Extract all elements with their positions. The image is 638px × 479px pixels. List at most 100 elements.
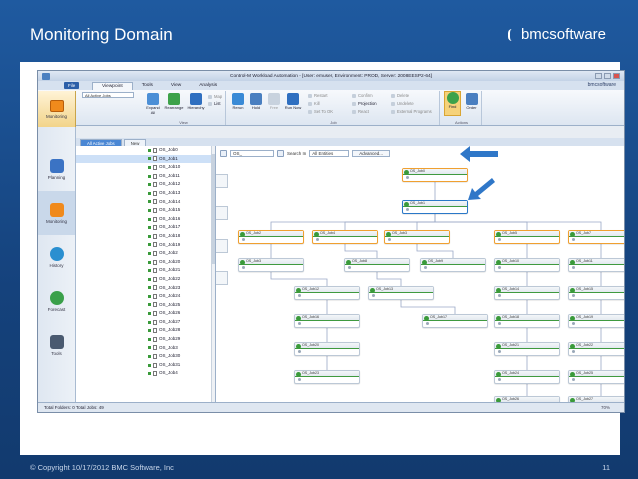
job-node[interactable]: OS_Job3 <box>238 258 304 272</box>
tree-item[interactable]: OS_Job24 <box>76 292 215 301</box>
job-node[interactable]: OS_Job7 <box>568 230 624 244</box>
tree-item[interactable]: OS_Job26 <box>76 309 215 318</box>
tree-item[interactable]: OS_Job4 <box>76 369 215 378</box>
tree-item[interactable]: OS_Job19 <box>76 241 215 250</box>
job-node[interactable]: OS_Job18 <box>494 314 560 328</box>
tree-item[interactable]: OS_Job15 <box>76 206 215 215</box>
react-button[interactable]: React <box>352 109 369 114</box>
tree-item[interactable]: OS_Job2 <box>76 249 215 258</box>
free-button[interactable]: Free <box>266 93 282 111</box>
job-node[interactable]: OS_Job17 <box>422 314 488 328</box>
tree-item[interactable]: OS_Job0 <box>76 146 215 155</box>
job-node-body <box>369 293 433 299</box>
tab-viewpoint[interactable]: Viewpoint <box>92 82 133 90</box>
external-programs-button[interactable]: External Programs <box>391 109 432 114</box>
tree-item[interactable]: OS_Job29 <box>76 335 215 344</box>
hold-button[interactable]: Hold <box>248 93 264 111</box>
zoom-level[interactable]: 70% <box>601 403 610 412</box>
tab-all-active-jobs[interactable]: All Active Jobs <box>80 139 122 146</box>
tree-item[interactable]: OS_Job28 <box>76 326 215 335</box>
status-check-icon <box>148 148 151 152</box>
tab-analysis[interactable]: Analysis <box>190 82 226 90</box>
tree-item[interactable]: OS_Job22 <box>76 275 215 284</box>
kill-button[interactable]: Kill <box>308 101 320 106</box>
delete-button[interactable]: Delete <box>391 93 409 98</box>
rearrange-button[interactable]: Rearrange <box>164 93 184 111</box>
map-button[interactable]: Map <box>208 94 222 99</box>
tree-scrollbar[interactable] <box>211 146 215 402</box>
job-node[interactable]: OS_Job19 <box>568 314 624 328</box>
undelete-button[interactable]: Undelete <box>391 101 414 106</box>
job-node[interactable]: OS_Job2 <box>238 230 304 244</box>
job-icon <box>153 190 157 196</box>
hierarchy-button[interactable]: Hierarchy <box>186 93 206 111</box>
job-node[interactable]: OS_Job15 <box>568 286 624 300</box>
sidenav-item-tools[interactable]: Tools <box>38 323 75 367</box>
tree-item[interactable]: OS_Job30 <box>76 352 215 361</box>
tree-item[interactable]: OS_Job16 <box>76 215 215 224</box>
list-button[interactable]: List <box>208 101 221 106</box>
tree-item-label: OS_Job13 <box>159 189 181 195</box>
job-node[interactable]: OS_Job10 <box>494 258 560 272</box>
status-check-icon <box>148 243 151 247</box>
job-node[interactable]: OS_Job14 <box>494 286 560 300</box>
job-node[interactable]: OS_Job22 <box>568 342 624 356</box>
tree-item[interactable]: OS_Job23 <box>76 284 215 293</box>
tree-item[interactable]: OS_Job21 <box>76 266 215 275</box>
sidenav-item-history[interactable]: History <box>38 235 75 279</box>
find-button[interactable]: Find <box>444 91 461 116</box>
minimize-icon[interactable] <box>595 73 602 79</box>
sidenav-item-forecast[interactable]: Forecast <box>38 279 75 323</box>
job-node[interactable]: OS_Job8 <box>344 258 410 272</box>
tree-item[interactable]: OS_Job27 <box>76 318 215 327</box>
monitoring-domain-button[interactable]: Monitoring <box>38 91 76 127</box>
job-node[interactable]: OS_Job0 <box>402 168 468 182</box>
tree-item[interactable]: OS_Job1 <box>76 154 215 164</box>
job-node[interactable]: OS_Job13 <box>368 286 434 300</box>
job-node[interactable]: OS_Job12 <box>294 286 360 300</box>
order-icon <box>465 93 478 105</box>
projection-button[interactable]: Projection <box>352 101 377 106</box>
job-node[interactable]: OS_Job3 <box>384 230 450 244</box>
rerun-button[interactable]: Rerun <box>230 93 246 111</box>
tab-tools[interactable]: Tools <box>133 82 162 90</box>
tree-item[interactable]: OS_Job18 <box>76 232 215 241</box>
job-group-label: Job <box>330 120 337 125</box>
tree-item[interactable]: OS_Job14 <box>76 198 215 207</box>
job-node[interactable]: OS_Job5 <box>494 230 560 244</box>
job-node[interactable]: OS_Job4 <box>312 230 378 244</box>
sidenav-item-planning[interactable]: Planning <box>38 147 75 191</box>
tree-item[interactable]: OS_Job3 <box>76 344 215 353</box>
expand-all-button[interactable]: Expand All <box>145 93 161 115</box>
restart-button[interactable]: Restart <box>308 93 328 98</box>
tab-new[interactable]: New <box>123 139 147 146</box>
file-menu-button[interactable]: File <box>64 82 80 89</box>
tree-item[interactable]: OS_Job13 <box>76 189 215 198</box>
job-node[interactable]: OS_Job16 <box>294 314 360 328</box>
job-icon <box>153 156 157 162</box>
run-now-button[interactable]: Run Now <box>284 93 302 111</box>
order-button[interactable]: Order <box>463 93 480 111</box>
confirm-button[interactable]: Confirm <box>352 93 373 98</box>
job-node[interactable]: OS_Job1 <box>402 200 468 214</box>
maximize-icon[interactable] <box>604 73 611 79</box>
job-node[interactable]: OS_Job20 <box>294 342 360 356</box>
tab-view[interactable]: View <box>162 82 190 90</box>
job-node[interactable]: OS_Job11 <box>568 258 624 272</box>
job-node[interactable]: OS_Job9 <box>420 258 486 272</box>
close-icon[interactable] <box>613 73 620 79</box>
viewpoint-select[interactable]: All Active Jobs <box>82 92 134 98</box>
tree-item[interactable]: OS_Job20 <box>76 258 215 267</box>
tree-item[interactable]: OS_Job10 <box>76 163 215 172</box>
job-node[interactable]: OS_Job21 <box>494 342 560 356</box>
sidenav-item-monitoring[interactable]: Monitoring <box>38 191 75 235</box>
tree-item[interactable]: OS_Job31 <box>76 361 215 370</box>
tree-item[interactable]: OS_Job12 <box>76 180 215 189</box>
job-node[interactable]: OS_Job23 <box>294 370 360 384</box>
tree-item[interactable]: OS_Job11 <box>76 172 215 181</box>
tree-item[interactable]: OS_Job25 <box>76 301 215 310</box>
set-to-ok-button[interactable]: Set To OK <box>308 109 333 114</box>
job-node[interactable]: OS_Job25 <box>568 370 624 384</box>
job-node[interactable]: OS_Job24 <box>494 370 560 384</box>
tree-item[interactable]: OS_Job17 <box>76 223 215 232</box>
